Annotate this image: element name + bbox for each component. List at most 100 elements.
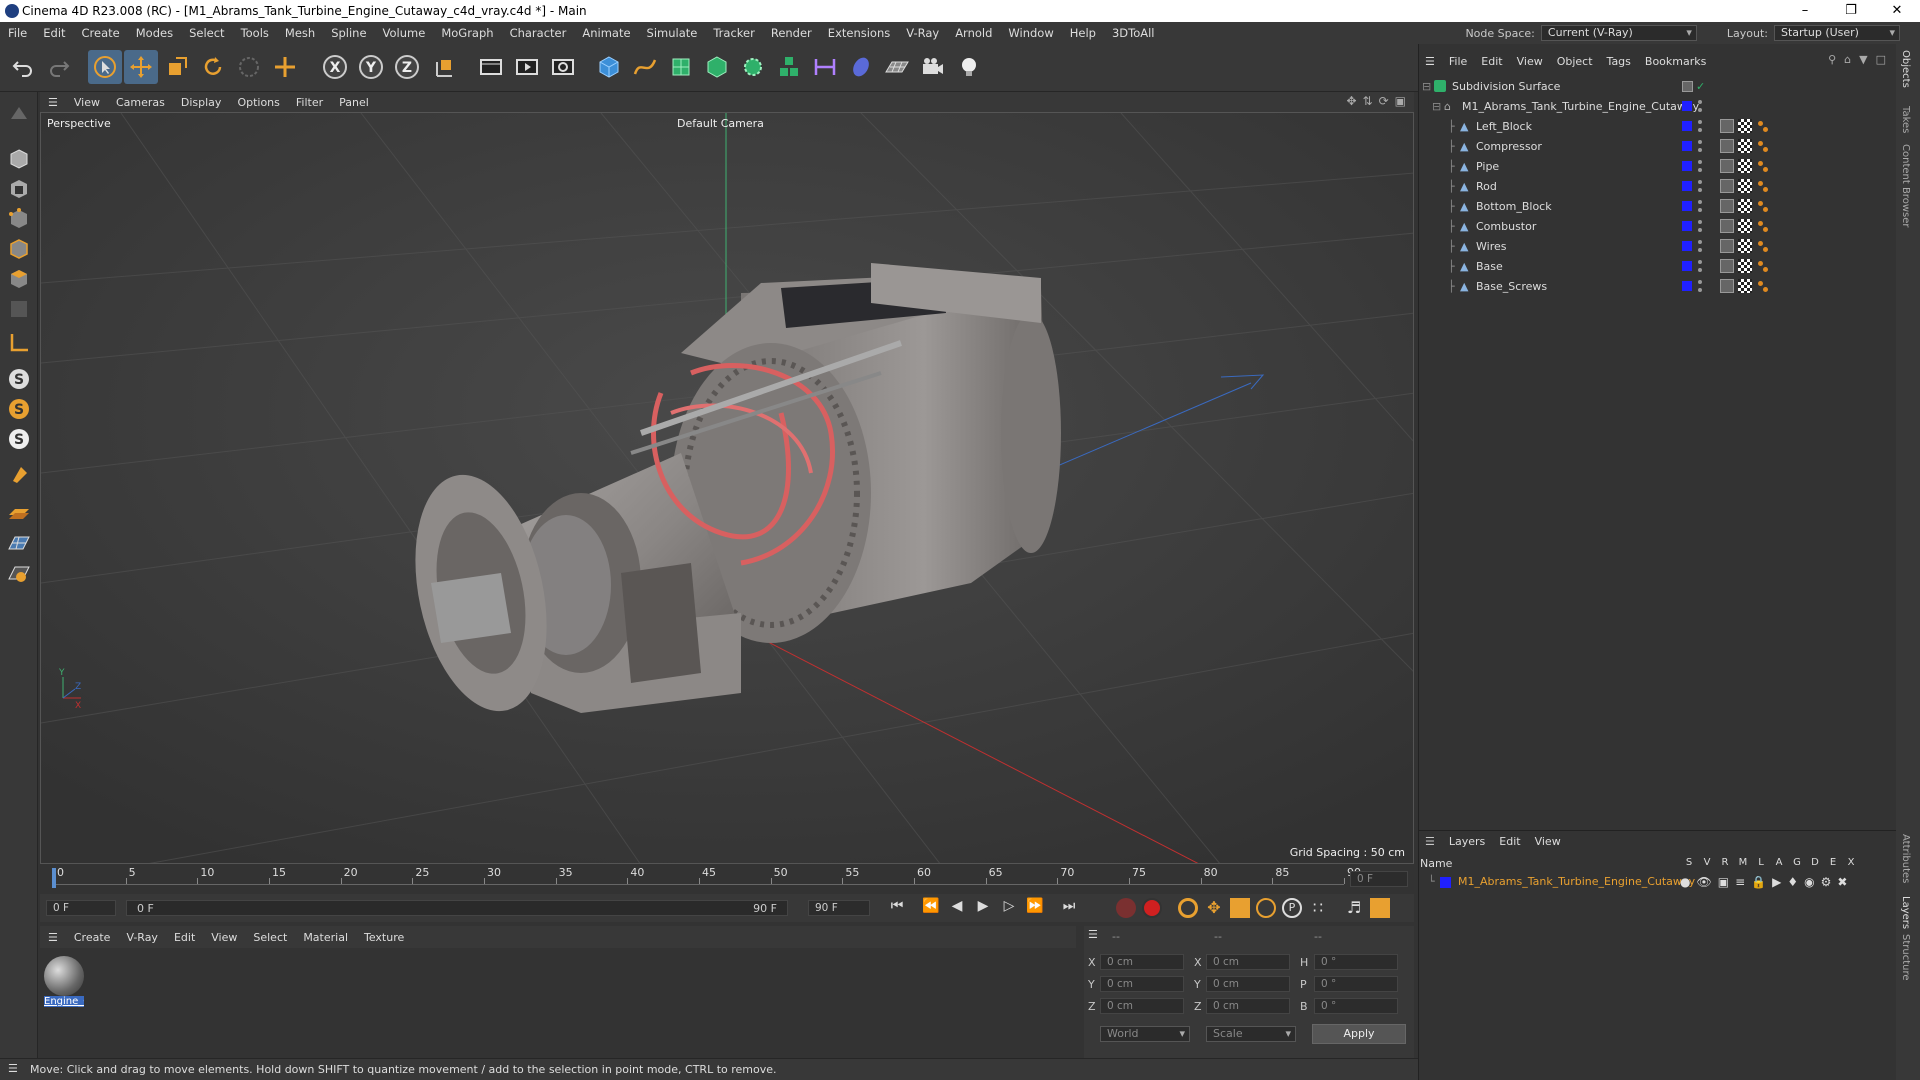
next-key-icon[interactable]: ⏩ (1024, 898, 1046, 914)
object-row-compressor[interactable]: ├ ▲ Compressor (1420, 136, 1896, 156)
layers-menu-layers[interactable]: Layers (1442, 835, 1492, 848)
layer-col-l[interactable]: L (1752, 857, 1770, 868)
material-tag-icon[interactable] (1720, 139, 1734, 153)
frame-range-slider[interactable]: 0 F 90 F (126, 900, 788, 916)
layer-name[interactable]: M1_Abrams_Tank_Turbine_Engine_Cutaway (1458, 875, 1695, 888)
prev-key-icon[interactable]: ⏪ (920, 898, 942, 914)
menu-help[interactable]: Help (1062, 26, 1104, 40)
menu-edit[interactable]: Edit (35, 26, 73, 40)
object-row-rod[interactable]: ├ ▲ Rod (1420, 176, 1896, 196)
deformer-icon[interactable] (808, 50, 842, 84)
material-tag-icon[interactable] (1720, 179, 1734, 193)
layer-col-g[interactable]: G (1788, 857, 1806, 868)
object-row-bottom-block[interactable]: ├ ▲ Bottom_Block (1420, 196, 1896, 216)
snap-workplane-icon[interactable]: S (4, 424, 34, 454)
object-new-window-icon[interactable]: □ (1876, 53, 1886, 66)
camera-icon[interactable] (916, 50, 950, 84)
x-axis-lock-icon[interactable]: X (318, 50, 352, 84)
object-menu-view[interactable]: View (1510, 55, 1550, 68)
layers-menu-view[interactable]: View (1528, 835, 1568, 848)
layout-dropdown[interactable]: Startup (User) (1774, 25, 1900, 41)
texture-tag-icon[interactable] (1738, 239, 1752, 253)
vray-tag-icon[interactable] (1756, 199, 1770, 213)
uv-mode-icon[interactable] (4, 294, 34, 324)
visibility-dots-icon[interactable] (1698, 160, 1702, 172)
coord-hamburger-icon[interactable]: ☰ (1088, 928, 1098, 941)
texture-tag-icon[interactable] (1738, 199, 1752, 213)
texture-tag-icon[interactable] (1738, 219, 1752, 233)
camera-label[interactable]: Default Camera (677, 117, 764, 130)
layer-visible-icon[interactable]: 👁 (1696, 875, 1711, 889)
add-object-icon[interactable] (268, 50, 302, 84)
viewport-rotate-icon[interactable]: ⟳ (1379, 94, 1389, 108)
object-row-subdivision-surface[interactable]: ⊟ Subdivision Surface ✓ (1420, 76, 1896, 96)
menu-tracker[interactable]: Tracker (705, 26, 763, 40)
coord-pos-y-field[interactable]: 0 cm (1100, 976, 1184, 992)
material-menu-edit[interactable]: Edit (166, 931, 203, 944)
layer-col-m[interactable]: M (1734, 857, 1752, 868)
texture-mode-icon[interactable] (4, 174, 34, 204)
layer-col-e[interactable]: E (1824, 857, 1842, 868)
menu-window[interactable]: Window (1000, 26, 1061, 40)
menu-volume[interactable]: Volume (375, 26, 434, 40)
play-icon[interactable]: ▶ (972, 898, 994, 914)
coord-rot-p-field[interactable]: 0 ° (1314, 976, 1398, 992)
start-frame-field[interactable]: 0 F (46, 900, 116, 916)
texture-tag-icon[interactable] (1738, 139, 1752, 153)
menu-render[interactable]: Render (763, 26, 820, 40)
timeline-ruler[interactable]: 051015202530354045505560657075808590 0 F (40, 866, 1414, 892)
object-menu-tags[interactable]: Tags (1600, 55, 1638, 68)
visibility-dots-icon[interactable] (1698, 140, 1702, 152)
render-picture-viewer-icon[interactable] (510, 50, 544, 84)
subdivision-surface-icon[interactable] (664, 50, 698, 84)
close-icon[interactable]: ✕ (1874, 0, 1920, 22)
coord-pos-x-field[interactable]: 0 cm (1100, 954, 1184, 970)
menu-modes[interactable]: Modes (128, 26, 181, 40)
layer-col-v[interactable]: V (1698, 857, 1716, 868)
side-tab-attributes[interactable]: Attributes (1900, 834, 1911, 883)
object-menu-object[interactable]: Object (1550, 55, 1600, 68)
menu-animate[interactable]: Animate (574, 26, 638, 40)
material-swatch[interactable]: Engine_C (44, 956, 84, 1008)
mograph-cubes-icon[interactable] (772, 50, 806, 84)
select-tool-icon[interactable] (88, 50, 122, 84)
object-search-icon[interactable]: ⚲ (1828, 53, 1836, 66)
coord-size-x-field[interactable]: 0 cm (1206, 954, 1290, 970)
vray-tag-icon[interactable] (1756, 159, 1770, 173)
layers-menu-edit[interactable]: Edit (1492, 835, 1527, 848)
material-menu-vray[interactable]: V-Ray (118, 931, 166, 944)
material-tag-icon[interactable] (1720, 259, 1734, 273)
object-row-pipe[interactable]: ├ ▲ Pipe (1420, 156, 1896, 176)
locked-workplane-icon[interactable] (4, 558, 34, 588)
object-row-combustor[interactable]: ├ ▲ Combustor (1420, 216, 1896, 236)
side-tab-layers[interactable]: Layers (1900, 896, 1911, 929)
coord-size-y-field[interactable]: 0 cm (1206, 976, 1290, 992)
maximize-icon[interactable]: ❐ (1828, 0, 1874, 22)
viewport-menu-options[interactable]: Options (229, 96, 287, 109)
object-row-left-block[interactable]: ├ ▲ Left_Block (1420, 116, 1896, 136)
menu-vray[interactable]: V-Ray (898, 26, 947, 40)
layer-col-a[interactable]: A (1770, 857, 1788, 868)
texture-tag-icon[interactable] (1738, 179, 1752, 193)
tree-collapse-icon[interactable]: ⊟ (1432, 100, 1441, 113)
next-frame-icon[interactable]: ▷ (998, 898, 1020, 914)
scale-tool-icon[interactable] (160, 50, 194, 84)
move-tool-icon[interactable] (124, 50, 158, 84)
live-selection-icon[interactable] (232, 50, 266, 84)
viewport-hamburger-icon[interactable]: ☰ (40, 96, 66, 109)
current-frame-field[interactable]: 0 F (1350, 871, 1408, 887)
object-hamburger-icon[interactable]: ☰ (1418, 55, 1442, 68)
material-menu-select[interactable]: Select (245, 931, 295, 944)
visibility-dots-icon[interactable] (1698, 220, 1702, 232)
layer-color-icon[interactable] (1440, 877, 1451, 888)
grid-icon[interactable] (4, 528, 34, 558)
3d-viewport[interactable]: Y Z X Perspective Default Camera Grid Sp… (40, 112, 1414, 864)
points-mode-icon[interactable] (4, 204, 34, 234)
cloner-icon[interactable] (736, 50, 770, 84)
menu-extensions[interactable]: Extensions (820, 26, 898, 40)
go-to-start-icon[interactable]: ⏮ (886, 898, 908, 914)
minimize-icon[interactable]: – (1782, 0, 1828, 22)
visibility-dots-icon[interactable] (1698, 240, 1702, 252)
viewport-menu-view[interactable]: View (66, 96, 108, 109)
coord-rot-h-field[interactable]: 0 ° (1314, 954, 1398, 970)
